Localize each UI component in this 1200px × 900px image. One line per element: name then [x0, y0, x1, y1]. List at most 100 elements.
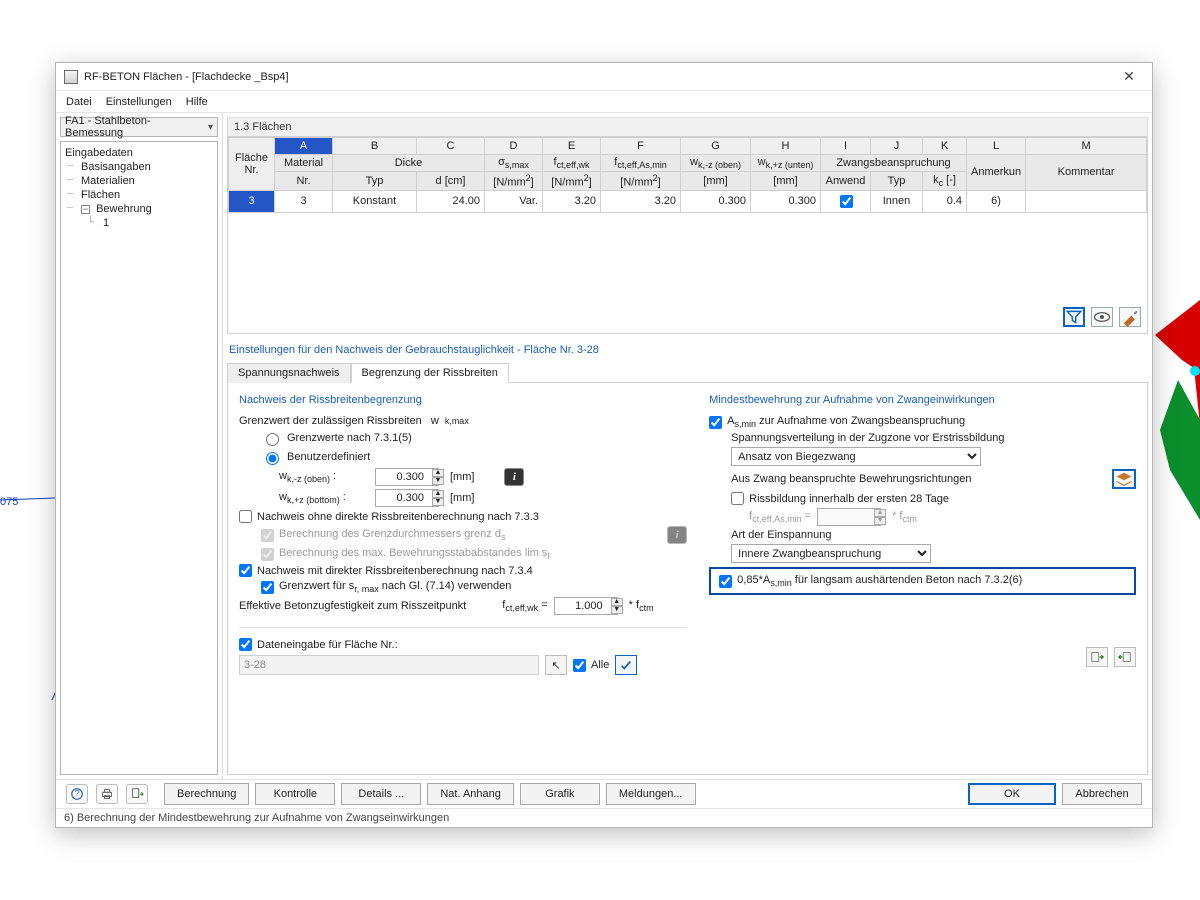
combo-bending: Ansatz von Biegezwang — [709, 447, 1136, 466]
label-stress-dist: Spannungsverteilung in der Zugzone vor E… — [709, 432, 1136, 444]
help-icon[interactable]: ? — [66, 784, 88, 804]
print-icon[interactable] — [96, 784, 118, 804]
chk-grenz-ds: Berechnung des Grenzdurchmessers grenz d… — [239, 526, 687, 544]
messages-button[interactable]: Meldungen... — [606, 783, 696, 805]
settings: Einstellungen für den Nachweis der Gebra… — [227, 340, 1148, 775]
ok-button[interactable]: OK — [968, 783, 1056, 805]
group-crack-limit: Nachweis der Rissbreitenbegrenzung Grenz… — [238, 391, 688, 766]
radio-user[interactable]: Benutzerdefiniert — [239, 449, 687, 465]
col-D[interactable]: D — [485, 138, 543, 155]
annex-button[interactable]: Nat. Anhang — [427, 783, 514, 805]
col-A[interactable]: A — [275, 138, 333, 155]
window-title: RF-BETON Flächen - [Flachdecke _Bsp4] — [84, 71, 1114, 83]
details-button[interactable]: Details ... — [341, 783, 421, 805]
tree-materials[interactable]: Materialien — [63, 174, 215, 188]
import-icon[interactable] — [1114, 647, 1136, 667]
col-G[interactable]: G — [681, 138, 751, 155]
cursor-icon[interactable]: ↖ — [545, 655, 567, 675]
tree-reinforcement[interactable]: − Bewehrung — [63, 202, 215, 216]
col-H[interactable]: H — [751, 138, 821, 155]
chk-733[interactable]: Nachweis ohne direkte Rissbreitenberechn… — [239, 510, 687, 523]
col-C[interactable]: C — [417, 138, 485, 155]
menu-settings[interactable]: Einstellungen — [106, 96, 172, 108]
chk-asmin[interactable]: As,min zur Aufnahme von Zwangsbeanspruch… — [709, 415, 1136, 429]
group-crack-limit-title: Nachweis der Rissbreitenbegrenzung — [239, 392, 687, 412]
table-row[interactable]: 3 3 Konstant 24.00 Var. 3.20 3.20 0.300 … — [229, 190, 1147, 212]
spinner-icon[interactable]: ▲▼ — [432, 469, 444, 485]
combo-restraint: Innere Zwangbeanspruchung — [709, 544, 1136, 563]
svg-text:075: 075 — [0, 496, 18, 508]
tree-basic[interactable]: Basisangaben — [63, 160, 215, 174]
chevron-down-icon: ▾ — [208, 122, 213, 133]
info-icon[interactable]: i — [504, 468, 524, 486]
tree-root[interactable]: Eingabedaten — [63, 146, 215, 160]
close-icon[interactable]: ✕ — [1114, 68, 1144, 85]
tab-crack-body: Nachweis der Rissbreitenbegrenzung Grenz… — [227, 382, 1148, 775]
spinner-icon[interactable]: ▲▼ — [432, 490, 444, 506]
highlight-085: 0,85*As,min für langsam aushärtenden Bet… — [709, 567, 1136, 595]
pick-icon[interactable] — [1119, 307, 1141, 327]
settings-heading: Einstellungen für den Nachweis der Gebra… — [227, 340, 1148, 360]
bending-select[interactable]: Ansatz von Biegezwang — [731, 447, 981, 466]
apply-icon[interactable] — [615, 655, 637, 675]
col-L[interactable]: L — [967, 138, 1026, 155]
chk-data-surface[interactable]: Dateneingabe für Fläche Nr.: — [239, 638, 398, 651]
right-bottom-icons — [709, 647, 1136, 667]
chk-28days[interactable]: Rissbildung innerhalb der ersten 28 Tage — [709, 492, 1136, 505]
grid-toolbar — [1063, 307, 1141, 327]
surface-list-field — [239, 655, 539, 675]
titlebar: RF-BETON Flächen - [Flachdecke _Bsp4] ✕ — [56, 63, 1152, 91]
calc-button[interactable]: Berechnung — [164, 783, 249, 805]
menu-file[interactable]: Datei — [66, 96, 92, 108]
col-I[interactable]: I — [821, 138, 871, 155]
main-panel: 1.3 Flächen FlächeNr. A B — [223, 113, 1152, 779]
wk-oben-field[interactable] — [375, 468, 439, 486]
col-E[interactable]: E — [543, 138, 601, 155]
info-icon: i — [667, 526, 687, 544]
col-J[interactable]: J — [871, 138, 923, 155]
menubar: Datei Einstellungen Hilfe — [56, 91, 1152, 113]
chk-all[interactable]: Alle — [573, 659, 609, 672]
input-wk-unten: wk,+z (bottom) : ▲▼ [mm] — [239, 489, 687, 507]
col-M[interactable]: M — [1026, 138, 1147, 155]
export-report-icon[interactable] — [126, 784, 148, 804]
tree-reinforcement-1[interactable]: 1 — [63, 216, 215, 230]
check-button[interactable]: Kontrolle — [255, 783, 335, 805]
cancel-button[interactable]: Abbrechen — [1062, 783, 1142, 805]
col-K[interactable]: K — [923, 138, 967, 155]
status-bar: 6) Berechnung der Mindestbewehrung zur A… — [56, 809, 1152, 827]
chk-714[interactable]: Grenzwert für sr, max nach Gl. (7.14) ve… — [239, 580, 687, 594]
graphic-button[interactable]: Grafik — [520, 783, 600, 805]
filter-icon[interactable] — [1063, 307, 1085, 327]
eye-icon[interactable] — [1091, 307, 1113, 327]
chk-734[interactable]: Nachweis mit direkter Rissbreitenberechn… — [239, 564, 687, 577]
zwang-anwend-checkbox[interactable] — [840, 195, 853, 208]
sidebar: FA1 - Stahlbeton-Bemessung ▾ Eingabedate… — [56, 113, 223, 779]
menu-help[interactable]: Hilfe — [186, 96, 208, 108]
grid[interactable]: FlächeNr. A B C D E F G H I J K — [228, 137, 1147, 213]
tab-stress[interactable]: Spannungsnachweis — [227, 363, 351, 383]
data-entry-row: Dateneingabe für Fläche Nr.: — [239, 627, 687, 651]
loadcase-dropdown[interactable]: FA1 - Stahlbeton-Bemessung ▾ — [60, 117, 218, 137]
grid-title: 1.3 Flächen — [227, 117, 1148, 137]
layers-icon[interactable] — [1112, 469, 1136, 489]
label-restraint: Art der Einspannung — [709, 529, 1136, 541]
wk-unten-field[interactable] — [375, 489, 439, 507]
tree-surfaces[interactable]: Flächen — [63, 188, 215, 202]
chk-085[interactable]: 0,85*As,min für langsam aushärtenden Bet… — [719, 574, 1126, 588]
restraint-select[interactable]: Innere Zwangbeanspruchung — [731, 544, 931, 563]
minus-icon[interactable]: − — [81, 205, 90, 214]
col-B[interactable]: B — [333, 138, 417, 155]
tab-crack[interactable]: Begrenzung der Rissbreiten — [351, 363, 509, 383]
spinner-icon[interactable]: ▲▼ — [611, 598, 623, 614]
export-icon[interactable] — [1086, 647, 1108, 667]
loadcase-dropdown-label: FA1 - Stahlbeton-Bemessung — [65, 115, 208, 139]
data-surface-value-row: ↖ Alle — [239, 655, 687, 675]
row-fcteff: Effektive Betonzugfestigkeit zum Risszei… — [239, 597, 687, 615]
col-F[interactable]: F — [601, 138, 681, 155]
row-reinf-dirs: Aus Zwang beanspruchte Bewehrungsrichtun… — [709, 469, 1136, 489]
fcteff-field[interactable] — [554, 597, 618, 615]
row-fcteff-asmin: fct,eff,As,min = ▲▼ * fctm — [709, 508, 1136, 526]
chk-lim-sl: Berechnung des max. Bewehrungsstababstan… — [239, 547, 687, 561]
radio-731-5[interactable]: Grenzwerte nach 7.3.1(5) — [239, 430, 687, 446]
